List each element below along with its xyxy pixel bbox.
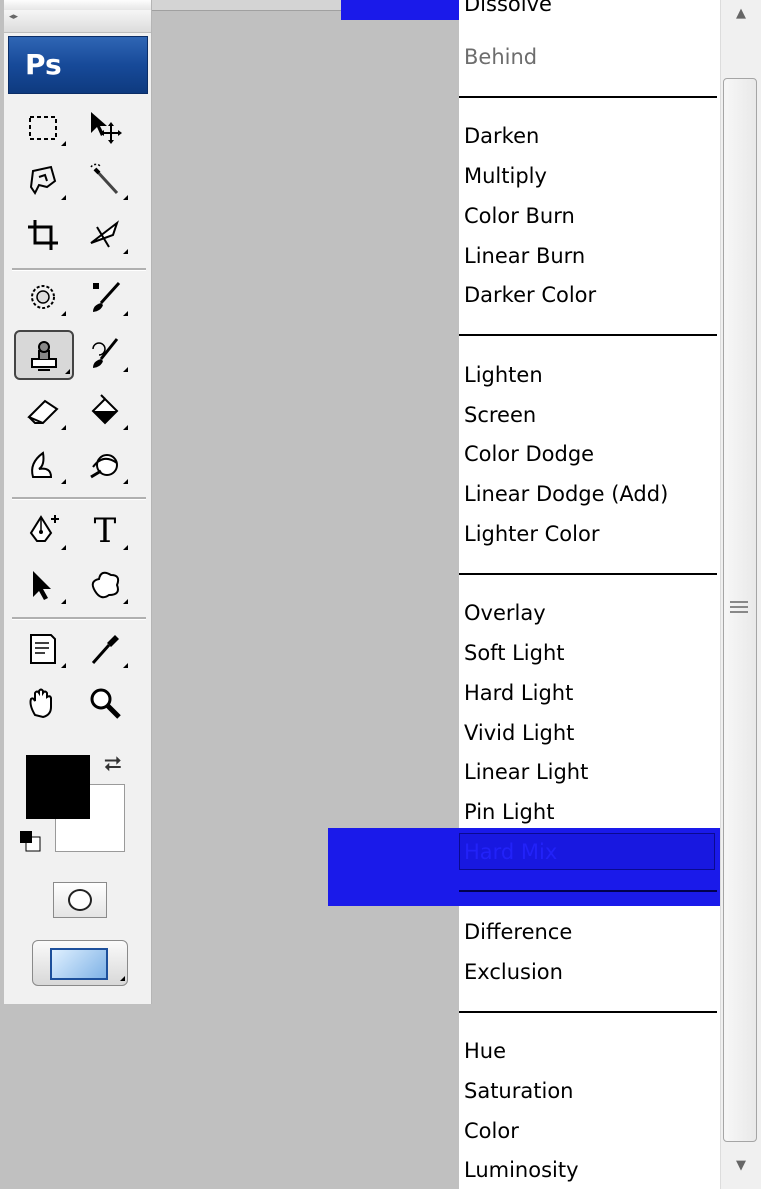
blend-item-vivid-light[interactable]: Vivid Light bbox=[464, 717, 574, 749]
rectangular-marquee-tool-icon bbox=[29, 116, 57, 140]
foreground-color-swatch[interactable] bbox=[26, 755, 90, 819]
pen-tool-icon bbox=[29, 515, 59, 542]
notes-tool[interactable] bbox=[18, 626, 68, 672]
scroll-down-arrow-icon[interactable]: ▼ bbox=[722, 1158, 760, 1180]
custom-shape-tool-icon bbox=[91, 571, 120, 599]
collapse-arrows-icon[interactable]: ◂▸ bbox=[9, 12, 18, 22]
blur-tool[interactable] bbox=[18, 442, 68, 488]
tools-separator bbox=[12, 497, 146, 500]
photoshop-logo[interactable]: Ps bbox=[8, 36, 148, 94]
blend-item-multiply[interactable]: Multiply bbox=[464, 160, 547, 192]
hand-tool-icon bbox=[29, 688, 52, 719]
blend-item-screen[interactable]: Screen bbox=[464, 399, 536, 431]
tools-panel: ◂▸ bbox=[4, 0, 152, 1004]
history-brush-icon bbox=[92, 338, 119, 368]
eraser-tool-icon bbox=[27, 399, 59, 425]
blend-item-difference[interactable]: Difference bbox=[464, 916, 572, 948]
pen-tool[interactable] bbox=[18, 508, 68, 554]
clone-stamp-tool[interactable] bbox=[14, 330, 74, 380]
scroll-up-arrow-icon[interactable]: ▲ bbox=[722, 6, 760, 28]
move-tool-icon bbox=[91, 112, 122, 144]
eyedropper-tool[interactable] bbox=[80, 626, 130, 672]
blend-item-saturation[interactable]: Saturation bbox=[464, 1075, 573, 1107]
dodge-tool-icon bbox=[90, 454, 118, 479]
zoom-tool[interactable] bbox=[80, 680, 130, 726]
crop-tool[interactable] bbox=[18, 212, 68, 258]
tools-separator bbox=[12, 617, 146, 620]
zoom-tool-icon bbox=[90, 688, 121, 719]
list-divider bbox=[459, 1011, 717, 1013]
blend-item-hue[interactable]: Hue bbox=[464, 1035, 506, 1067]
list-divider bbox=[459, 890, 717, 892]
brush-tool[interactable] bbox=[80, 274, 130, 320]
blend-item-overlay[interactable]: Overlay bbox=[464, 597, 546, 629]
default-colors-icon[interactable] bbox=[18, 829, 42, 853]
quick-mask-icon bbox=[68, 889, 92, 911]
blend-item-soft-light[interactable]: Soft Light bbox=[464, 637, 565, 669]
blend-item-luminosity[interactable]: Luminosity bbox=[464, 1154, 579, 1186]
blend-item-lighter-color[interactable]: Lighter Color bbox=[464, 518, 599, 550]
quick-selection-tool[interactable] bbox=[80, 158, 130, 204]
lasso-tool[interactable] bbox=[18, 158, 68, 204]
blend-item-hard-light[interactable]: Hard Light bbox=[464, 677, 573, 709]
dodge-tool[interactable] bbox=[80, 442, 130, 488]
brush-tool-icon bbox=[93, 281, 121, 312]
clone-stamp-tool-icon bbox=[31, 341, 57, 371]
blend-item-color-dodge[interactable]: Color Dodge bbox=[464, 438, 594, 470]
paint-bucket-tool[interactable] bbox=[80, 388, 130, 434]
blend-item-dissolve[interactable]: Dissolve bbox=[464, 0, 552, 20]
eraser-tool[interactable] bbox=[18, 388, 68, 434]
blend-item-linear-light[interactable]: Linear Light bbox=[464, 756, 588, 788]
blur-tool-icon bbox=[31, 451, 53, 478]
blend-item-color-burn[interactable]: Color Burn bbox=[464, 200, 575, 232]
swap-colors-icon[interactable]: ⮂ bbox=[104, 752, 122, 777]
path-selection-tool[interactable] bbox=[18, 562, 68, 608]
blend-item-linear-dodge[interactable]: Linear Dodge (Add) bbox=[464, 478, 668, 510]
quick-mask-button[interactable] bbox=[53, 882, 107, 918]
type-tool-icon: T bbox=[93, 511, 117, 551]
path-selection-tool-icon bbox=[33, 571, 51, 600]
tools-separator bbox=[12, 268, 146, 271]
blend-item-exclusion[interactable]: Exclusion bbox=[464, 956, 563, 988]
blend-item-linear-burn[interactable]: Linear Burn bbox=[464, 240, 585, 272]
blend-item-hard-mix[interactable]: Hard Mix bbox=[464, 836, 557, 868]
canvas-top-strip bbox=[151, 0, 341, 11]
lasso-tool-icon bbox=[29, 165, 57, 195]
history-brush-tool[interactable] bbox=[80, 330, 130, 376]
list-divider bbox=[459, 334, 717, 336]
paint-bucket-icon bbox=[91, 394, 119, 425]
blend-item-darken[interactable]: Darken bbox=[464, 120, 539, 152]
custom-shape-tool[interactable] bbox=[80, 562, 130, 608]
screen-mode-icon bbox=[50, 948, 108, 980]
blend-item-pin-light[interactable]: Pin Light bbox=[464, 796, 554, 828]
blend-item-behind[interactable]: Behind bbox=[464, 41, 537, 73]
list-divider bbox=[459, 573, 717, 575]
scroll-grip-icon bbox=[730, 598, 748, 620]
eyedropper-tool-icon bbox=[91, 635, 119, 664]
rectangular-marquee-tool[interactable] bbox=[18, 104, 68, 150]
notes-tool-icon bbox=[30, 634, 56, 664]
blend-item-color[interactable]: Color bbox=[464, 1115, 519, 1147]
hand-tool[interactable] bbox=[18, 680, 68, 726]
blend-item-lighten[interactable]: Lighten bbox=[464, 359, 543, 391]
list-divider bbox=[459, 96, 717, 98]
spot-healing-brush-icon bbox=[31, 285, 55, 309]
move-tool[interactable] bbox=[80, 104, 130, 150]
blend-mode-list: Behind Darken Multiply Color Burn Linear… bbox=[459, 0, 720, 1189]
slice-tool[interactable] bbox=[80, 212, 130, 258]
crop-tool-icon bbox=[28, 220, 58, 250]
spot-healing-brush-tool[interactable] bbox=[18, 274, 68, 320]
blend-item-darker-color[interactable]: Darker Color bbox=[464, 279, 596, 311]
slice-tool-icon bbox=[90, 220, 119, 248]
quick-selection-tool-icon bbox=[90, 163, 119, 195]
screen-mode-button[interactable] bbox=[32, 940, 128, 986]
type-tool[interactable]: T bbox=[80, 508, 130, 554]
tools-panel-grip[interactable]: ◂▸ bbox=[4, 10, 151, 33]
